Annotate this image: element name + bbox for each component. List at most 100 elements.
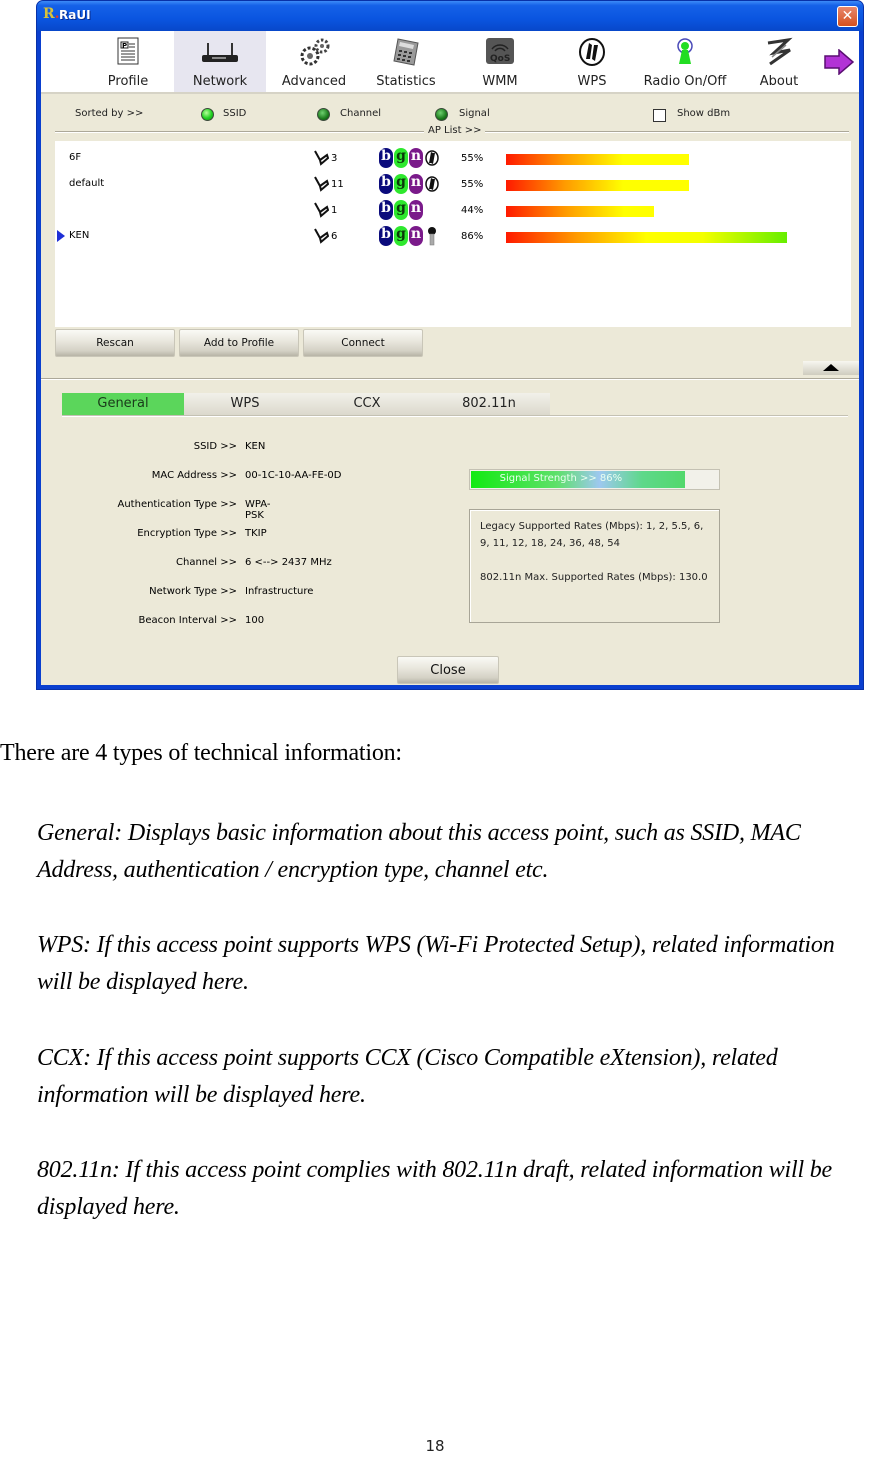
svg-text:QoS: QoS xyxy=(490,54,510,64)
window-title: RaUI xyxy=(59,8,91,22)
info-value: KEN xyxy=(245,441,266,452)
mode-g-badge: g xyxy=(394,226,408,246)
n-max-rates-text: 802.11n Max. Supported Rates (Mbps): 130… xyxy=(480,572,708,583)
ap-signal-bar xyxy=(506,232,787,243)
ap-row[interactable]: default 11 bgn 55% xyxy=(55,171,851,197)
wps-icon xyxy=(425,150,439,166)
close-button[interactable]: Close xyxy=(397,656,499,684)
raui-logo-icon: R. xyxy=(43,6,60,22)
sort-ssid-radio[interactable] xyxy=(201,108,214,121)
info-row-network-type: Network Type >> Infrastructure xyxy=(41,586,313,600)
ap-channel: 6 xyxy=(331,231,338,242)
ap-modes: bgn xyxy=(379,200,424,220)
ap-signal-percent: 86% xyxy=(461,231,484,242)
channel-antenna-icon xyxy=(314,228,329,244)
tab-underline xyxy=(62,415,848,417)
window-close-button[interactable]: ✕ xyxy=(837,6,858,27)
mode-n-badge: n xyxy=(409,174,423,194)
info-value: 6 <--> 2437 MHz xyxy=(245,557,332,568)
calculator-icon xyxy=(393,38,419,66)
toolbar-wps[interactable]: WPS xyxy=(569,31,615,92)
window-client: P Profile Network Advanced Statistics Qo… xyxy=(41,31,859,685)
mode-g-badge: g xyxy=(394,200,408,220)
info-row-encryption: Encryption Type >> TKIP xyxy=(41,528,266,542)
info-value: WPA-PSK xyxy=(245,499,271,521)
ap-signal-percent: 55% xyxy=(461,179,484,190)
ap-modes: bgn xyxy=(379,148,439,168)
toolbar-next-button[interactable] xyxy=(821,31,855,92)
sort-channel-radio[interactable] xyxy=(317,108,330,121)
supported-rates-box: Legacy Supported Rates (Mbps): 1, 2, 5.5… xyxy=(469,509,720,623)
wps-icon xyxy=(579,38,605,66)
sorted-by-label: Sorted by >> xyxy=(75,108,144,119)
show-dbm-checkbox[interactable] xyxy=(653,109,666,122)
toolbar-profile[interactable]: P Profile xyxy=(95,31,161,92)
ap-ssid: default xyxy=(69,178,105,189)
ap-modes: bgn xyxy=(379,226,439,246)
add-to-profile-button[interactable]: Add to Profile xyxy=(179,329,299,357)
doc-paragraph-wps: WPS: If this access point supports WPS (… xyxy=(37,932,835,995)
connect-button[interactable]: Connect xyxy=(303,329,423,357)
mode-b-badge: b xyxy=(379,200,393,220)
channel-antenna-icon xyxy=(314,202,329,218)
ap-channel: 3 xyxy=(331,153,338,164)
toolbar-network[interactable]: Network xyxy=(174,31,266,92)
toolbar-wmm[interactable]: QoS WMM xyxy=(473,31,527,92)
ap-row-selected[interactable]: KEN 6 bgn 86% xyxy=(55,223,851,249)
info-value: 00-1C-10-AA-FE-0D xyxy=(245,470,342,481)
info-label: SSID >> xyxy=(193,441,237,452)
show-dbm-label: Show dBm xyxy=(677,108,731,119)
about-logo-icon xyxy=(767,37,793,66)
toolbar-label: Advanced xyxy=(281,74,347,89)
toolbar-label: Profile xyxy=(107,74,149,89)
toolbar-about[interactable]: About xyxy=(753,31,805,92)
wps-icon xyxy=(425,176,439,192)
tab-wps[interactable]: WPS xyxy=(184,393,306,416)
toolbar-label: WMM xyxy=(482,74,518,89)
ap-signal-bar xyxy=(506,180,689,191)
info-row-beacon: Beacon Interval >> 100 xyxy=(41,615,264,629)
ap-modes: bgn xyxy=(379,174,439,194)
doc-paragraph-80211n: 802.11n: If this access point complies w… xyxy=(37,1157,832,1220)
sort-signal-label: Signal xyxy=(459,108,490,119)
ap-signal-bar xyxy=(506,206,654,217)
toolbar-label: WPS xyxy=(577,74,607,89)
svg-text:P: P xyxy=(122,42,127,50)
doc-intro: There are 4 types of technical informati… xyxy=(0,740,402,766)
info-value: TKIP xyxy=(245,528,267,539)
info-value: Infrastructure xyxy=(245,586,314,597)
info-label: Authentication Type >> xyxy=(117,499,238,510)
ap-channel: 11 xyxy=(331,179,344,190)
tab-ccx[interactable]: CCX xyxy=(306,393,428,416)
selected-row-arrow-icon xyxy=(57,230,65,242)
toolbar: P Profile Network Advanced Statistics Qo… xyxy=(41,31,859,94)
profile-icon: P xyxy=(117,37,139,65)
toolbar-radio-onoff[interactable]: Radio On/Off xyxy=(635,31,735,92)
ap-signal-percent: 55% xyxy=(461,153,484,164)
tab-general[interactable]: General xyxy=(62,393,184,416)
signal-strength-bar: Signal Strength >> 86% xyxy=(469,469,720,490)
legacy-rates-text: Legacy Supported Rates (Mbps): 1, 2, 5.5… xyxy=(480,521,704,549)
ap-signal-percent: 44% xyxy=(461,205,484,216)
title-bar[interactable]: R. RaUI ✕ xyxy=(37,1,863,31)
collapse-details-button[interactable] xyxy=(803,361,859,375)
channel-antenna-icon xyxy=(314,150,329,166)
ap-row[interactable]: 1 bgn 44% xyxy=(55,197,851,223)
ap-row[interactable]: 6F 3 bgn 55% xyxy=(55,145,851,171)
info-row-auth: Authentication Type >> WPA-PSK xyxy=(41,499,271,521)
toolbar-statistics[interactable]: Statistics xyxy=(370,31,442,92)
info-row-channel: Channel >> 6 <--> 2437 MHz xyxy=(41,557,332,571)
network-router-icon xyxy=(202,43,238,62)
rescan-button[interactable]: Rescan xyxy=(55,329,175,357)
toolbar-label: Radio On/Off xyxy=(643,74,727,89)
info-label: Beacon Interval >> xyxy=(138,615,237,626)
info-row-ssid: SSID >> KEN xyxy=(41,441,266,455)
raui-window: R. RaUI ✕ P Profile Network Advanced Sta… xyxy=(36,0,864,690)
ap-ssid: 6F xyxy=(69,152,82,163)
mode-b-badge: b xyxy=(379,226,393,246)
mode-g-badge: g xyxy=(394,148,408,168)
toolbar-advanced[interactable]: Advanced xyxy=(278,31,350,92)
ap-ssid: KEN xyxy=(69,230,90,241)
sort-signal-radio[interactable] xyxy=(435,108,448,121)
tab-80211n[interactable]: 802.11n xyxy=(428,393,550,416)
